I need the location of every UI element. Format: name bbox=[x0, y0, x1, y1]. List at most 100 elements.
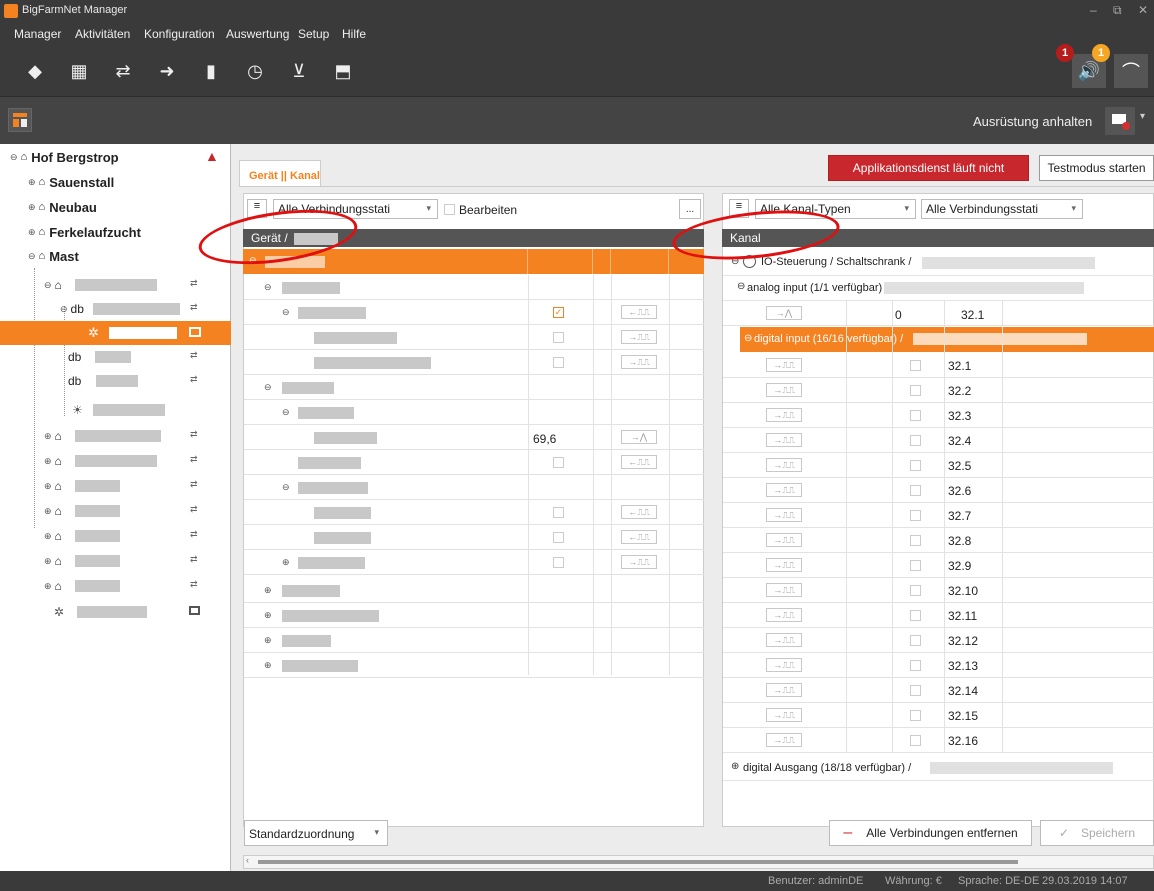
digital-channel-row[interactable]: →⎍⎍ 32.2 bbox=[723, 378, 1154, 403]
io-group-row[interactable]: ⊖ IO-Steuerung / Schaltschrank / bbox=[723, 251, 1154, 276]
checked-checkbox[interactable]: ✓ bbox=[553, 307, 564, 318]
tree-db-2[interactable]: db ⇄ bbox=[0, 345, 231, 369]
digital-channel-row[interactable]: →⎍⎍ 32.11 bbox=[723, 603, 1154, 628]
menu-auswertung[interactable]: Auswertung bbox=[226, 27, 289, 41]
output-group-row[interactable]: ⊕ digital Ausgang (18/18 verfügbar) / bbox=[723, 756, 1154, 781]
device-row[interactable]: 69,6 →⋀ bbox=[244, 425, 704, 450]
channel-checkbox[interactable] bbox=[910, 585, 921, 596]
tree-room[interactable]: ⊖ ⌂ ⇄ bbox=[0, 273, 231, 297]
collapse-icon[interactable]: ⊖ bbox=[10, 152, 18, 163]
channel-checkbox[interactable] bbox=[910, 385, 921, 396]
minimize-icon[interactable]: – bbox=[1090, 3, 1097, 17]
device-row[interactable]: ←⎍⎍ bbox=[244, 525, 704, 550]
restore-icon[interactable]: ⧉ bbox=[1113, 3, 1122, 18]
digital-channel-row[interactable]: →⎍⎍ 32.5 bbox=[723, 453, 1154, 478]
digital-channel-row[interactable]: →⎍⎍ 32.12 bbox=[723, 628, 1154, 653]
channel-checkbox[interactable] bbox=[910, 735, 921, 746]
expand-icon[interactable]: ⊕ bbox=[28, 227, 36, 238]
book-icon[interactable]: ▮ bbox=[194, 54, 228, 88]
menu-aktivitaeten[interactable]: Aktivitäten bbox=[75, 27, 130, 41]
tree-room-3[interactable]: ⊕ ⌂ ⇄ bbox=[0, 449, 231, 473]
tree-item-neubau[interactable]: ⊕ ⌂ Neubau bbox=[0, 195, 231, 219]
channel-checkbox[interactable] bbox=[910, 685, 921, 696]
tree-room-2[interactable]: ⊕ ⌂ ⇄ bbox=[0, 424, 231, 448]
device-row[interactable]: ←⎍⎍ bbox=[244, 500, 704, 525]
device-row[interactable]: ⊕ bbox=[244, 578, 704, 603]
digital-channel-row[interactable]: →⎍⎍ 32.14 bbox=[723, 678, 1154, 703]
tree-room-5[interactable]: ⊕ ⌂ ⇄ bbox=[0, 499, 231, 523]
tree-device-selected[interactable]: ✲ bbox=[0, 321, 231, 345]
stop-equipment-button[interactable] bbox=[1105, 107, 1135, 135]
device-row[interactable]: ⊖ ✓ ←⎍⎍ bbox=[244, 300, 704, 325]
device-row[interactable]: ⊖ bbox=[244, 375, 704, 400]
device-row[interactable]: ⊕ →⎍⎍ bbox=[244, 550, 704, 575]
digital-channel-row[interactable]: →⎍⎍ 32.10 bbox=[723, 578, 1154, 603]
digital-channel-row[interactable]: →⎍⎍ 32.1 bbox=[723, 353, 1154, 378]
animals-icon[interactable]: ◆ bbox=[18, 54, 52, 88]
schedule-icon[interactable]: ◷ bbox=[238, 54, 272, 88]
tree-item-mast[interactable]: ⊖ ⌂ Mast bbox=[0, 244, 231, 268]
channel-checkbox[interactable] bbox=[910, 485, 921, 496]
transfer-icon[interactable]: ⇄ bbox=[106, 54, 140, 88]
digital-channel-row[interactable]: →⎍⎍ 32.13 bbox=[723, 653, 1154, 678]
channel-checkbox[interactable] bbox=[910, 460, 921, 471]
digital-channel-row[interactable]: →⎍⎍ 32.9 bbox=[723, 553, 1154, 578]
device-row[interactable]: ⊕ bbox=[244, 603, 704, 628]
device-row[interactable]: ⊕ bbox=[244, 628, 704, 653]
digital-channel-row[interactable]: →⎍⎍ 32.8 bbox=[723, 528, 1154, 553]
antenna-icon[interactable]: ⌒ bbox=[1114, 54, 1148, 88]
scale-icon[interactable]: ⊻ bbox=[282, 54, 316, 88]
channel-checkbox[interactable] bbox=[910, 410, 921, 421]
tree-room-6[interactable]: ⊕ ⌂ ⇄ bbox=[0, 524, 231, 548]
grid-icon[interactable]: ▦ bbox=[62, 54, 96, 88]
stop-equipment-label[interactable]: Ausrüstung anhalten bbox=[973, 114, 1092, 129]
tree-db-1[interactable]: ⊖ db ⇄ bbox=[0, 297, 231, 321]
menu-manager[interactable]: Manager bbox=[14, 27, 61, 41]
tree-root[interactable]: ⊖ ⌂ Hof Bergstrop ▲ bbox=[0, 145, 231, 169]
analog-channel-row[interactable]: →⋀ 0 32.1 bbox=[723, 301, 1154, 326]
tab-geraet-kanal[interactable]: Gerät || Kanal bbox=[239, 160, 321, 187]
tree-room-8[interactable]: ⊕ ⌂ ⇄ bbox=[0, 574, 231, 598]
tree-room-4[interactable]: ⊕ ⌂ ⇄ bbox=[0, 474, 231, 498]
digital-channel-row[interactable]: →⎍⎍ 32.4 bbox=[723, 428, 1154, 453]
service-status-button[interactable]: Applikationsdienst läuft nicht bbox=[828, 155, 1029, 181]
menu-setup[interactable]: Setup bbox=[298, 27, 329, 41]
device-row[interactable]: ⊕ bbox=[244, 653, 704, 678]
tree-item-sauenstall[interactable]: ⊕ ⌂ Sauenstall bbox=[0, 170, 231, 194]
digital-group-row-selected[interactable]: ⊖ digital input (16/16 verfügbar) / bbox=[740, 327, 1154, 352]
collapse-icon[interactable]: ⊖ bbox=[28, 251, 36, 262]
channel-checkbox[interactable] bbox=[910, 635, 921, 646]
menu-konfiguration[interactable]: Konfiguration bbox=[144, 27, 215, 41]
device-row[interactable]: ⊖ bbox=[244, 475, 704, 500]
channel-checkbox[interactable] bbox=[910, 435, 921, 446]
channel-checkbox[interactable] bbox=[910, 610, 921, 621]
more-button[interactable]: ... bbox=[679, 199, 701, 219]
device-row[interactable]: ⊖ bbox=[244, 275, 704, 300]
digital-channel-row[interactable]: →⎍⎍ 32.3 bbox=[723, 403, 1154, 428]
save-button[interactable]: ✓ Speichern bbox=[1040, 820, 1154, 846]
channel-checkbox[interactable] bbox=[910, 660, 921, 671]
default-mapping-select[interactable]: Standardzuordnung ▾ bbox=[244, 820, 388, 846]
channel-checkbox[interactable] bbox=[910, 710, 921, 721]
close-icon[interactable]: ✕ bbox=[1138, 3, 1148, 17]
channel-checkbox[interactable] bbox=[910, 510, 921, 521]
digital-channel-row[interactable]: →⎍⎍ 32.15 bbox=[723, 703, 1154, 728]
tree-item-ferkelaufzucht[interactable]: ⊕ ⌂ Ferkelaufzucht bbox=[0, 220, 231, 244]
tree-device-2[interactable]: ✲ bbox=[0, 600, 231, 624]
tree-db-3[interactable]: db ⇄ bbox=[0, 369, 231, 393]
layout-icon[interactable] bbox=[8, 108, 32, 132]
device-row[interactable]: →⎍⎍ bbox=[244, 350, 704, 375]
horizontal-scrollbar[interactable]: ‹ bbox=[243, 855, 1154, 869]
menu-hilfe[interactable]: Hilfe bbox=[342, 27, 366, 41]
tree-light[interactable]: ☀ bbox=[0, 398, 231, 422]
device-row[interactable]: ←⎍⎍ bbox=[244, 450, 704, 475]
edit-checkbox[interactable] bbox=[444, 204, 455, 215]
feed-icon[interactable]: ⬒ bbox=[326, 54, 360, 88]
channel-checkbox[interactable] bbox=[910, 535, 921, 546]
device-row[interactable]: ⊖ bbox=[244, 400, 704, 425]
tree-room-7[interactable]: ⊕ ⌂ ⇄ bbox=[0, 549, 231, 573]
channel-checkbox[interactable] bbox=[910, 560, 921, 571]
digital-channel-row[interactable]: →⎍⎍ 32.7 bbox=[723, 503, 1154, 528]
channel-checkbox[interactable] bbox=[910, 360, 921, 371]
digital-channel-row[interactable]: →⎍⎍ 32.6 bbox=[723, 478, 1154, 503]
